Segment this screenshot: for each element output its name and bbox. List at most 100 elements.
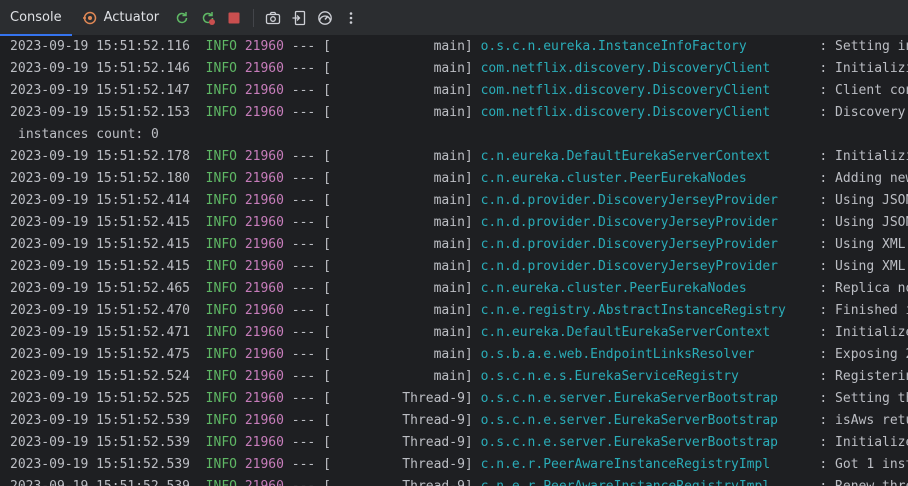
log-logger: c.n.d.provider.DiscoveryJerseyProvider <box>480 237 778 252</box>
log-line: 2023-09-19 15:51:52.415 INFO 21960 --- [… <box>0 234 908 256</box>
log-separator: --- <box>291 105 316 120</box>
log-separator: --- <box>291 193 316 208</box>
log-timestamp: 2023-09-19 15:51:52.525 <box>10 391 191 406</box>
log-message: : Exposing 2 <box>819 347 908 362</box>
log-level: INFO <box>205 435 237 450</box>
log-line: 2023-09-19 15:51:52.539 INFO 21960 --- [… <box>0 432 908 454</box>
log-logger: o.s.c.n.e.server.EurekaServerBootstrap <box>480 391 778 406</box>
log-thread: Thread-9 <box>402 457 465 472</box>
log-line: 2023-09-19 15:51:52.178 INFO 21960 --- [… <box>0 146 908 168</box>
log-logger: c.n.d.provider.DiscoveryJerseyProvider <box>480 215 778 230</box>
log-timestamp: 2023-09-19 15:51:52.153 <box>10 105 191 120</box>
log-separator: --- <box>291 325 316 340</box>
log-line: 2023-09-19 15:51:52.525 INFO 21960 --- [… <box>0 388 908 410</box>
log-separator: --- <box>291 215 316 230</box>
log-separator: --- <box>291 303 316 318</box>
log-pid: 21960 <box>244 391 284 406</box>
log-message: : Got 1 insta <box>819 457 908 472</box>
log-level: INFO <box>205 61 237 76</box>
log-thread: main <box>433 369 465 384</box>
log-message: : Finished in <box>819 303 908 318</box>
rerun-failed-icon[interactable] <box>196 6 220 30</box>
console-output[interactable]: 2023-09-19 15:51:52.116 INFO 21960 --- [… <box>0 36 908 486</box>
log-separator: --- <box>291 171 316 186</box>
log-thread: main <box>433 83 465 98</box>
console-toolbar: Console Actuator <box>0 0 908 36</box>
log-pid: 21960 <box>244 193 284 208</box>
log-thread: main <box>433 61 465 76</box>
log-separator: --- <box>291 61 316 76</box>
log-level: INFO <box>205 325 237 340</box>
log-level: INFO <box>205 369 237 384</box>
log-pid: 21960 <box>244 435 284 450</box>
log-level: INFO <box>205 237 237 252</box>
log-timestamp: 2023-09-19 15:51:52.539 <box>10 413 191 428</box>
log-level: INFO <box>205 215 237 230</box>
log-message: : Replica nod <box>819 281 908 296</box>
log-line: 2023-09-19 15:51:52.153 INFO 21960 --- [… <box>0 102 908 124</box>
log-logger: o.s.c.n.e.server.EurekaServerBootstrap <box>480 413 778 428</box>
more-icon[interactable] <box>339 6 363 30</box>
log-logger: com.netflix.discovery.DiscoveryClient <box>480 105 771 120</box>
log-pid: 21960 <box>244 325 284 340</box>
log-message: : Initializin <box>819 149 908 164</box>
log-timestamp: 2023-09-19 15:51:52.146 <box>10 61 191 76</box>
log-separator: --- <box>291 149 316 164</box>
log-thread: main <box>433 325 465 340</box>
log-pid: 21960 <box>244 369 284 384</box>
camera-icon[interactable] <box>261 6 285 30</box>
log-pid: 21960 <box>244 303 284 318</box>
stop-icon[interactable] <box>222 6 246 30</box>
tab-console[interactable]: Console <box>0 0 72 36</box>
log-thread: main <box>433 149 465 164</box>
log-pid: 21960 <box>244 83 284 98</box>
login-icon[interactable] <box>287 6 311 30</box>
log-logger: c.n.eureka.cluster.PeerEurekaNodes <box>480 171 747 186</box>
log-level: INFO <box>205 457 237 472</box>
log-pid: 21960 <box>245 479 284 486</box>
toolbar-separator <box>253 8 255 27</box>
log-timestamp: 2023-09-19 15:51:52.539 <box>10 457 191 472</box>
log-thread: main <box>433 193 465 208</box>
log-pid: 21960 <box>244 281 284 296</box>
log-message: : Using JSON <box>819 193 908 208</box>
log-thread: main <box>433 303 465 318</box>
log-timestamp: 2023-09-19 15:51:52.465 <box>10 281 191 296</box>
log-line: 2023-09-19 15:51:52.146 INFO 21960 --- [… <box>0 58 908 80</box>
log-message: : Renew thres <box>819 479 908 486</box>
log-line: 2023-09-19 15:51:52.475 INFO 21960 --- [… <box>0 344 908 366</box>
log-pid: 21960 <box>244 237 284 252</box>
log-pid: 21960 <box>244 413 284 428</box>
log-timestamp: 2023-09-19 15:51:52.415 <box>10 215 191 230</box>
log-line: 2023-09-19 15:51:52.524 INFO 21960 --- [… <box>0 366 908 388</box>
log-pid: 21960 <box>244 259 284 274</box>
log-level: INFO <box>205 303 237 318</box>
log-timestamp: 2023-09-19 15:51:52.539 <box>10 479 190 486</box>
log-thread: main <box>433 347 465 362</box>
log-message: : Registering <box>819 369 908 384</box>
log-line: 2023-09-19 15:51:52.465 INFO 21960 --- [… <box>0 278 908 300</box>
log-level: INFO <box>205 347 237 362</box>
log-timestamp: 2023-09-19 15:51:52.471 <box>10 325 191 340</box>
log-logger: c.n.d.provider.DiscoveryJerseyProvider <box>480 193 778 208</box>
log-line: 2023-09-19 15:51:52.147 INFO 21960 --- [… <box>0 80 908 102</box>
log-continuation: instances count: 0 <box>18 127 159 142</box>
tab-actuator[interactable]: Actuator <box>72 0 170 36</box>
log-pid: 21960 <box>244 347 284 362</box>
log-pid: 21960 <box>244 149 284 164</box>
log-level: INFO <box>205 83 237 98</box>
log-logger: com.netflix.discovery.DiscoveryClient <box>480 61 771 76</box>
log-level: INFO <box>205 39 237 54</box>
log-timestamp: 2023-09-19 15:51:52.475 <box>10 347 191 362</box>
log-separator: --- <box>291 237 316 252</box>
log-separator: --- <box>292 479 315 486</box>
log-thread: main <box>433 237 465 252</box>
log-message: : Using XML e <box>819 237 906 252</box>
rerun-icon[interactable] <box>170 6 194 30</box>
dashboard-icon[interactable] <box>313 6 337 30</box>
log-thread: main <box>433 105 465 120</box>
log-line: 2023-09-19 15:51:52.415 INFO 21960 --- [… <box>0 212 908 234</box>
log-separator: --- <box>291 413 316 428</box>
log-thread: main <box>433 281 465 296</box>
log-line: 2023-09-19 15:51:52.539 INFO 21960 --- [… <box>0 454 908 476</box>
